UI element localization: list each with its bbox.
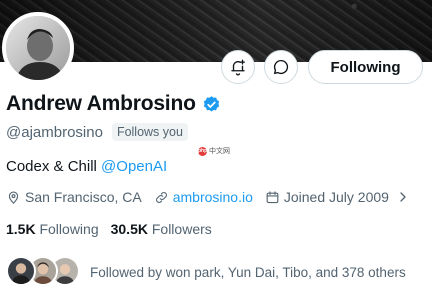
joined-text: Joined July 2009 — [283, 189, 389, 205]
location-pin-icon — [8, 191, 19, 204]
profile-bio: Codex & Chill @OpenAI — [6, 158, 167, 175]
website-item[interactable]: ambrosino.io — [154, 189, 253, 205]
verified-badge-icon[interactable] — [202, 95, 221, 114]
joined-item[interactable]: Joined July 2009 — [265, 189, 389, 205]
profile-name-row: Andrew Ambrosino — [6, 92, 221, 116]
location-text: San Francisco, CA — [25, 189, 142, 205]
profile-meta: San Francisco, CA ambrosino.io Joined Ju… — [6, 189, 409, 205]
website-link[interactable]: ambrosino.io — [173, 189, 253, 205]
calendar-icon — [266, 190, 279, 203]
avatar-photo — [6, 16, 70, 80]
bio-text: Codex & Chill — [6, 158, 102, 175]
display-name: Andrew Ambrosino — [6, 92, 196, 115]
following-count: 1.5K — [6, 221, 36, 237]
followers-you-know[interactable]: Followed by won park, Yun Dai, Tibo, and… — [6, 256, 406, 288]
handle-row: @ajambrosino Follows you — [6, 123, 188, 141]
bio-mention-link[interactable]: @OpenAI — [101, 158, 167, 175]
message-icon — [273, 59, 289, 75]
followers-stat-label: Followers — [151, 221, 212, 237]
location-item: San Francisco, CA — [6, 189, 142, 205]
mutual-avatar — [6, 256, 36, 286]
mutual-avatars — [6, 256, 82, 288]
watermark-text: 中文网 — [209, 148, 230, 155]
link-icon — [155, 191, 167, 203]
followers-count: 30.5K — [110, 221, 148, 237]
watermark-logo: php — [198, 146, 208, 156]
notifications-toggle-button[interactable] — [221, 50, 255, 84]
profile-handle: @ajambrosino — [6, 123, 103, 141]
watermark: php 中文网 — [198, 146, 230, 156]
message-button[interactable] — [264, 50, 298, 84]
following-button[interactable]: Following — [308, 50, 423, 84]
profile-avatar[interactable] — [2, 12, 74, 84]
follows-you-badge: Follows you — [111, 123, 188, 141]
follow-stats: 1.5K Following 30.5K Followers — [6, 221, 212, 237]
followers-stat[interactable]: 30.5K Followers — [111, 221, 212, 237]
bell-plus-icon — [231, 59, 246, 76]
followed-by-text[interactable]: Followed by won park, Yun Dai, Tibo, and… — [90, 265, 406, 280]
chevron-right-icon[interactable] — [397, 191, 409, 203]
following-stat-label: Following — [39, 221, 99, 237]
following-stat[interactable]: 1.5K Following — [6, 221, 99, 237]
